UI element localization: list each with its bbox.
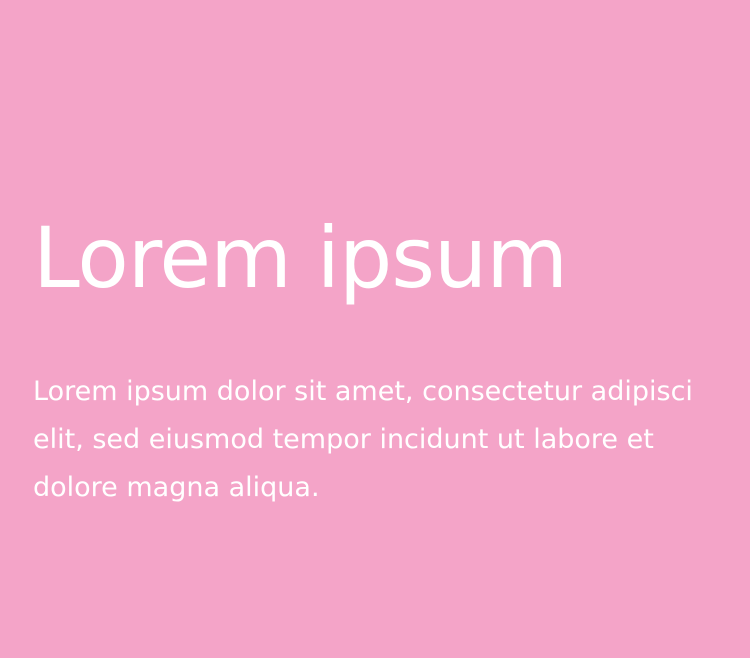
hero-title: Lorem ipsum	[33, 209, 568, 307]
hero-body-text: Lorem ipsum dolor sit amet, consectetur …	[33, 376, 693, 503]
hero-panel: Lorem ipsum Lorem ipsum dolor sit amet, …	[0, 0, 750, 658]
